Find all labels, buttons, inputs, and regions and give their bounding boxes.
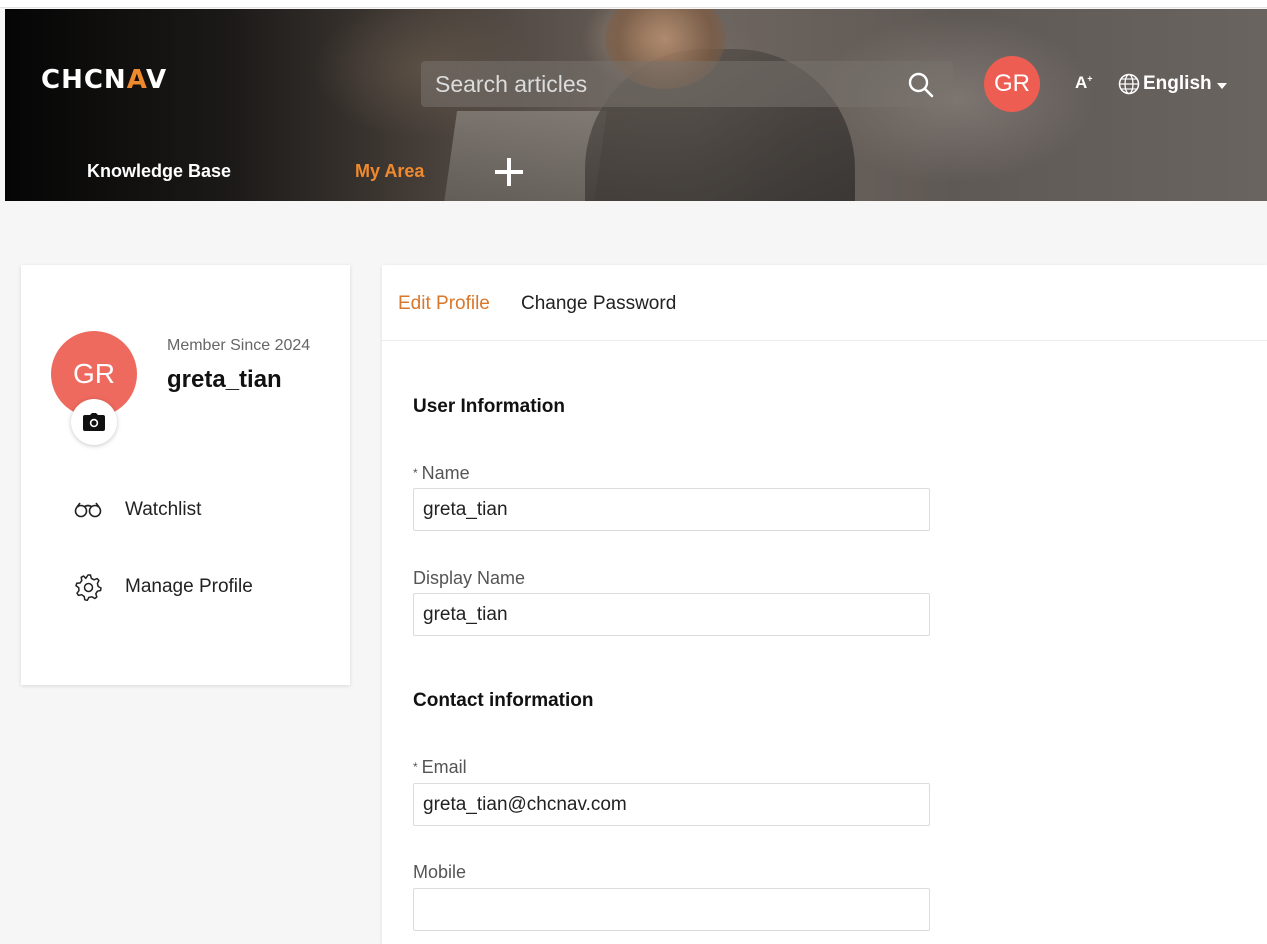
language-selector[interactable]: English <box>1118 71 1231 97</box>
email-label: * Email <box>413 757 467 777</box>
brand-logo[interactable]: CHCNAV <box>41 65 167 95</box>
menu-item-watchlist[interactable]: Watchlist <box>73 495 201 525</box>
menu-item-label: Manage Profile <box>125 576 253 597</box>
menu-item-label: Watchlist <box>125 499 202 520</box>
member-since: Member Since 2024 <box>167 337 311 354</box>
tab-edit-profile[interactable]: Edit Profile <box>398 293 490 315</box>
language-label: English <box>1143 73 1212 94</box>
tab-change-password[interactable]: Change Password <box>521 293 676 315</box>
accessibility-icon[interactable]: A+ <box>1075 73 1095 93</box>
email-field[interactable] <box>413 783 930 826</box>
binoculars-icon <box>74 502 102 518</box>
search-bar <box>421 61 953 107</box>
display-name-field[interactable] <box>413 593 930 636</box>
section-title-contact-information: Contact information <box>413 690 594 711</box>
profile-tabs: Edit Profile Change Password <box>382 265 1267 341</box>
name-field[interactable] <box>413 488 930 531</box>
mobile-label: Mobile <box>413 862 467 882</box>
profile-card: GR Member Since 2024 greta_tian Watchlis… <box>21 265 350 685</box>
nav-knowledge-base[interactable]: Knowledge Base <box>87 161 231 182</box>
required-marker: * <box>413 760 418 774</box>
edit-profile-panel: Edit Profile Change Password User Inform… <box>382 265 1267 944</box>
change-photo-button[interactable] <box>71 399 117 445</box>
search-input[interactable] <box>421 61 891 107</box>
name-label: * Name <box>413 463 470 483</box>
chevron-down-icon <box>1216 82 1227 89</box>
mobile-field[interactable] <box>413 888 930 931</box>
required-marker: * <box>413 466 418 480</box>
section-title-user-information: User Information <box>413 396 566 417</box>
menu-item-manage-profile[interactable]: Manage Profile <box>73 572 253 602</box>
search-icon[interactable] <box>907 71 935 99</box>
profile-username: greta_tian <box>167 366 282 393</box>
plus-icon[interactable] <box>491 154 527 190</box>
user-avatar[interactable]: GR <box>984 56 1040 112</box>
gear-icon <box>75 574 102 601</box>
display-name-label: Display Name <box>413 568 526 588</box>
nav-my-area[interactable]: My Area <box>355 161 424 182</box>
browser-top-edge <box>0 0 1267 8</box>
globe-icon <box>1118 73 1140 95</box>
site-header: CHCNAV GR A+ English Knowledge Base My A… <box>5 9 1267 201</box>
camera-icon <box>83 413 105 431</box>
